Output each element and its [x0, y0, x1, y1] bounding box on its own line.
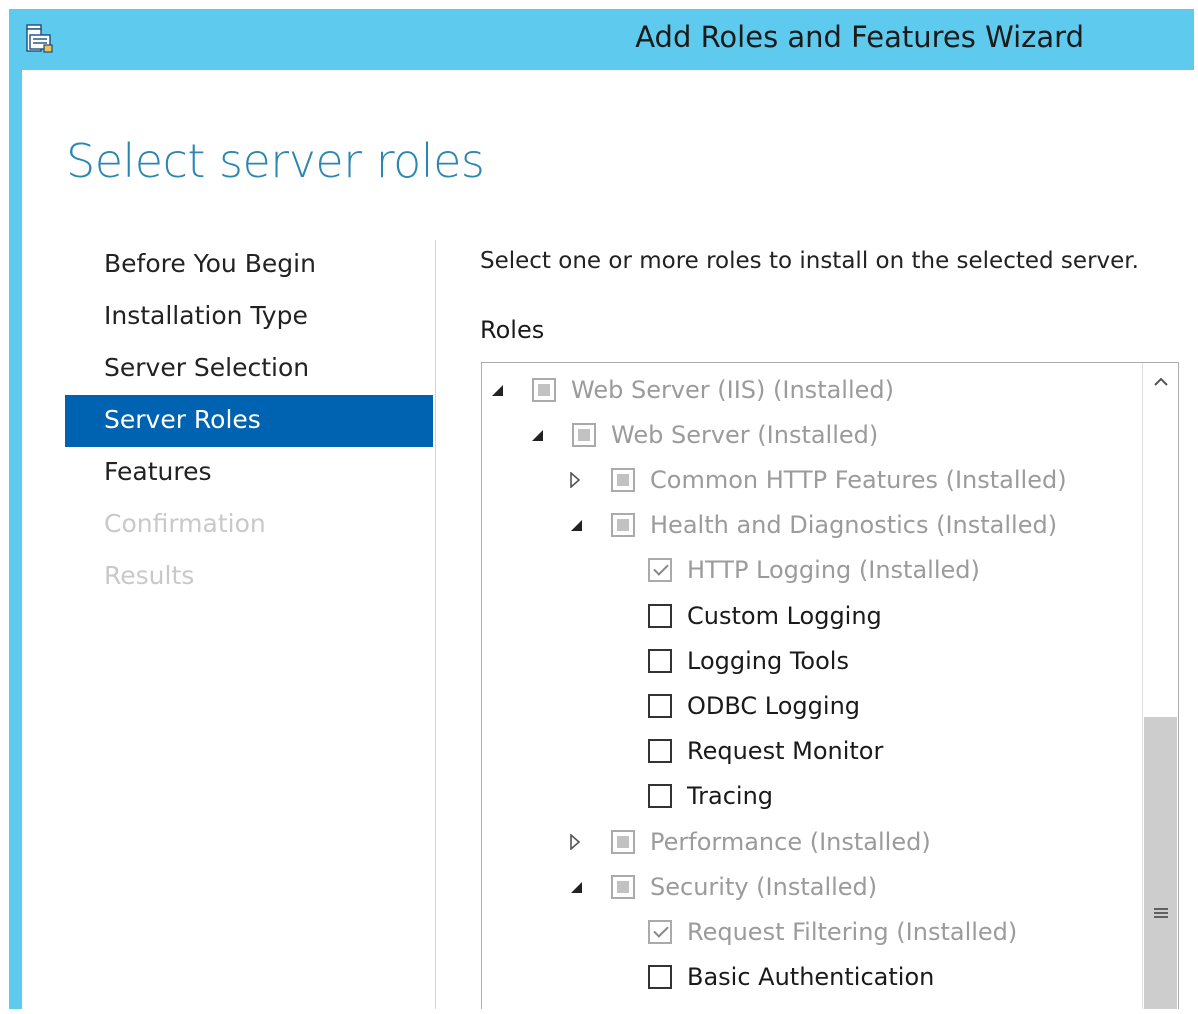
grip-icon — [1154, 908, 1168, 918]
tree-item-label: Web Server (IIS) (Installed) — [571, 375, 895, 404]
tree-item[interactable]: Request Monitor — [648, 729, 883, 774]
checkbox[interactable] — [648, 693, 672, 718]
partial-checkbox[interactable] — [611, 829, 635, 854]
tree-item[interactable]: Common HTTP Features (Installed) — [569, 457, 1067, 502]
checkbox[interactable] — [648, 739, 672, 764]
tree-item[interactable]: Tracing — [648, 774, 773, 819]
tree-item[interactable]: HTTP Logging (Installed) — [648, 548, 980, 593]
tree-item[interactable]: Health and Diagnostics (Installed) — [569, 503, 1057, 548]
tree-item-label: Health and Diagnostics (Installed) — [650, 511, 1058, 540]
chevron-up-icon[interactable] — [1143, 363, 1178, 401]
page-title: Select server roles — [66, 134, 485, 188]
triangle-expanded-icon[interactable] — [490, 378, 520, 402]
tree-item-label: HTTP Logging (Installed) — [687, 556, 980, 585]
tree-item-label: Request Monitor — [687, 737, 884, 766]
tree-item[interactable]: Performance (Installed) — [569, 819, 931, 864]
checked-checkbox[interactable] — [648, 558, 672, 583]
nav-item-before-you-begin[interactable]: Before You Begin — [65, 239, 433, 291]
triangle-expanded-icon[interactable] — [530, 423, 560, 447]
checked-checkbox[interactable] — [648, 919, 672, 944]
tree-item[interactable]: Request Filtering (Installed) — [648, 909, 1017, 954]
nav-item-server-selection[interactable]: Server Selection — [65, 343, 433, 395]
wizard-content: Select server roles Before You Begin Inst… — [22, 70, 1194, 1009]
tree-item[interactable]: Custom Logging — [648, 593, 882, 638]
nav-item-server-roles[interactable]: Server Roles — [65, 395, 433, 447]
tree-item[interactable]: Web Server (IIS) (Installed) — [490, 367, 894, 412]
window-title: Add Roles and Features Wizard — [635, 20, 1084, 54]
instruction-text: Select one or more roles to install on t… — [480, 248, 1139, 274]
server-manager-wizard-icon — [26, 24, 53, 53]
nav-item-installation-type[interactable]: Installation Type — [65, 291, 433, 343]
triangle-expanded-icon[interactable] — [569, 875, 599, 899]
vertical-scrollbar[interactable] — [1142, 363, 1178, 1009]
tree-item-label: Basic Authentication — [687, 963, 935, 992]
title-bar: Add Roles and Features Wizard — [9, 9, 1194, 67]
scrollbar-thumb[interactable] — [1144, 717, 1177, 1009]
tree-item-label: Security (Installed) — [650, 872, 878, 901]
checkbox[interactable] — [648, 965, 672, 990]
partial-checkbox[interactable] — [572, 422, 596, 447]
tree-item-label: Request Filtering (Installed) — [687, 917, 1018, 946]
tree-item-label: Logging Tools — [687, 646, 849, 675]
wizard-step-list: Before You Begin Installation Type Server … — [65, 239, 433, 603]
triangle-collapsed-icon[interactable] — [569, 830, 599, 854]
nav-divider — [435, 240, 436, 1009]
tree-item[interactable]: ODBC Logging — [648, 683, 860, 728]
tree-item-label: Common HTTP Features (Installed) — [650, 465, 1067, 494]
tree-item-label: Tracing — [687, 782, 774, 811]
tree-item[interactable]: Basic Authentication — [648, 955, 934, 1000]
nav-item-results: Results — [104, 561, 195, 590]
tree-item[interactable]: Web Server (Installed) — [530, 412, 878, 457]
wizard-window: Add Roles and Features Wizard Select ser… — [9, 9, 1194, 1009]
tree-item-label: Web Server (Installed) — [611, 420, 879, 449]
triangle-expanded-icon[interactable] — [569, 513, 599, 537]
triangle-collapsed-icon[interactable] — [569, 468, 599, 492]
roles-heading: Roles — [480, 316, 545, 344]
partial-checkbox[interactable] — [532, 377, 556, 402]
nav-item-confirmation: Confirmation — [104, 509, 266, 538]
partial-checkbox[interactable] — [611, 467, 635, 492]
tree-item-label: Custom Logging — [687, 601, 882, 630]
partial-checkbox[interactable] — [611, 874, 635, 899]
tree-item[interactable]: Security (Installed) — [569, 864, 877, 909]
checkbox[interactable] — [648, 603, 672, 628]
tree-item-label: Performance (Installed) — [650, 827, 931, 856]
tree-item-label: ODBC Logging — [687, 691, 861, 720]
nav-item-features[interactable]: Features — [65, 447, 433, 499]
checkbox[interactable] — [648, 784, 672, 809]
partial-checkbox[interactable] — [611, 513, 635, 538]
tree-item[interactable]: Logging Tools — [648, 638, 849, 683]
roles-tree[interactable]: Basic Authentication Request Filtering (I… — [481, 362, 1179, 1009]
checkbox[interactable] — [648, 648, 672, 673]
